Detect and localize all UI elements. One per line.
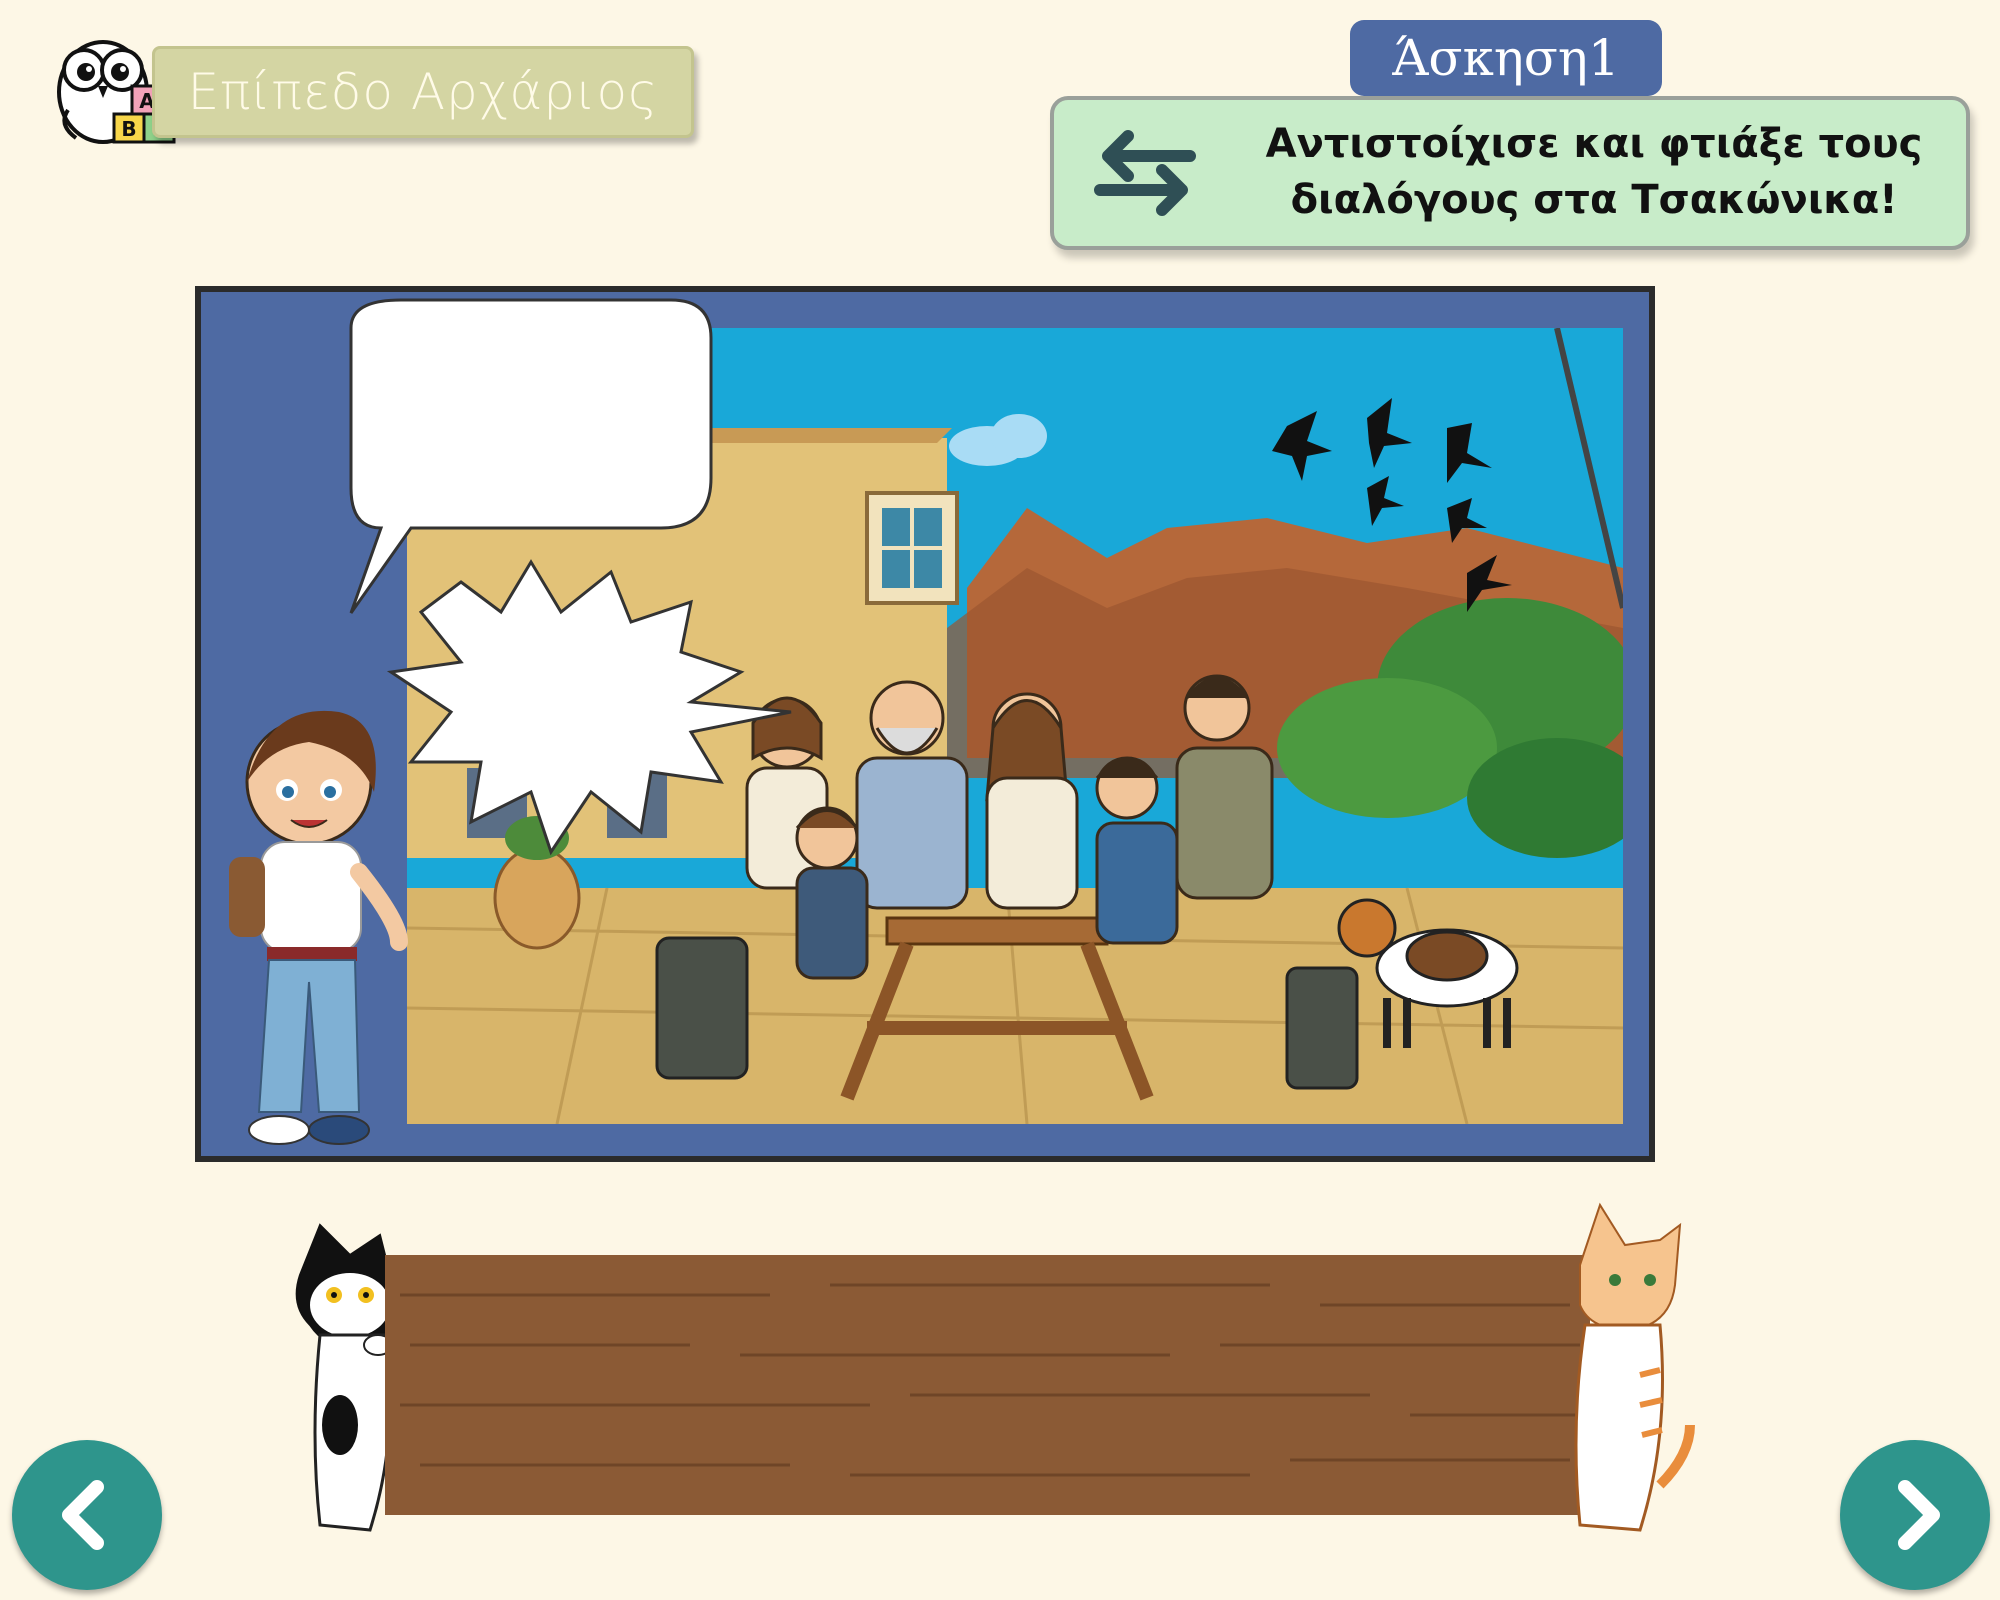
level-label: Επίπεδο Αρχάριος — [187, 63, 659, 121]
instruction-line-1: Αντιστοίχισε και φτιάξε τους — [1265, 121, 1923, 167]
chevron-right-icon — [1898, 1480, 1940, 1550]
boy-character — [209, 692, 409, 1162]
cat-left-icon — [295, 1223, 397, 1532]
cat-right-icon — [1574, 1202, 1695, 1532]
exercise-label: Άσκηση1 — [1350, 20, 1662, 96]
exercise-title: Άσκηση1 — [1392, 29, 1620, 87]
level-banner: Επίπεδο Αρχάριος — [152, 46, 694, 138]
speech-bubble-2[interactable] — [381, 542, 801, 862]
instruction-text: Αντιστοίχισε και φτιάξε τους διαλόγους σ… — [1244, 116, 1944, 228]
logo-letter-b: Β — [121, 117, 136, 141]
next-button[interactable] — [1840, 1440, 1990, 1590]
chevron-left-icon — [62, 1480, 104, 1550]
instruction-box: Αντιστοίχισε και φτιάξε τους διαλόγους σ… — [1050, 96, 1970, 250]
instruction-line-2: διαλόγους στα Τσακώνικα! — [1290, 177, 1898, 223]
scene-frame — [195, 286, 1655, 1162]
swap-arrows-icon — [1090, 128, 1200, 218]
answer-plank-area — [270, 1195, 1700, 1545]
prev-button[interactable] — [12, 1440, 162, 1590]
